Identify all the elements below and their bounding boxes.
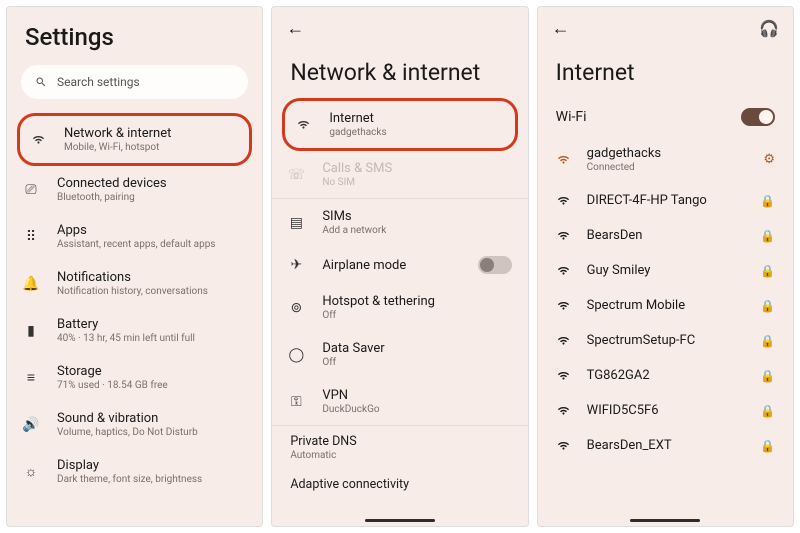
headset-icon[interactable]: 🎧 [759,19,779,38]
page-title: Network & internet [272,49,527,98]
wifi-network-item[interactable]: Guy Smiley 🔒 [538,253,793,288]
network-item-calls-sms: ☏ Calls & SMSNo SIM [272,151,527,198]
wifi-icon [556,298,573,313]
lock-icon: 🔒 [760,439,775,453]
network-item-datasaver[interactable]: ◯ Data SaverOff [272,331,527,378]
wifi-icon [293,117,313,132]
settings-item-sound[interactable]: 🔊 Sound & vibrationVolume, haptics, Do N… [7,401,262,448]
wifi-network-item[interactable]: WIFID5C5F6 🔒 [538,393,793,428]
lock-icon: 🔒 [760,369,775,383]
wifi-network-item[interactable]: BearsDen_EXT 🔒 [538,428,793,463]
lock-icon: 🔒 [760,404,775,418]
settings-item-notifications[interactable]: 🔔 NotificationsNotification history, con… [7,260,262,307]
page-title: Settings [7,7,262,65]
settings-item-display[interactable]: ☼ DisplayDark theme, font size, brightne… [7,448,262,495]
wifi-network-connected[interactable]: gadgethacks Connected ⚙ [538,136,793,183]
lock-icon: 🔒 [760,334,775,348]
search-settings-input[interactable]: Search settings [21,65,248,99]
wifi-network-item[interactable]: Spectrum Mobile 🔒 [538,288,793,323]
search-icon [35,76,47,88]
datasaver-icon: ◯ [286,347,306,363]
wifi-icon [556,263,573,278]
network-item-sims[interactable]: ▤ SIMsAdd a network [272,199,527,246]
wifi-network-item[interactable]: SpectrumSetup-FC 🔒 [538,323,793,358]
network-item-airplane[interactable]: ✈ Airplane mode [272,246,527,284]
hotspot-icon: ⊚ [286,300,306,316]
network-item-hotspot[interactable]: ⊚ Hotspot & tetheringOff [272,284,527,331]
settings-item-apps[interactable]: ⠿ AppsAssistant, recent apps, default ap… [7,213,262,260]
back-button[interactable]: ← [552,18,570,39]
wifi-icon [556,193,573,208]
settings-list: Network & internetMobile, Wi-Fi, hotspot… [7,113,262,526]
sim-icon: ▤ [286,215,306,231]
network-item-internet[interactable]: Internetgadgethacks [282,98,517,151]
battery-icon: ▮ [21,323,41,339]
wifi-icon [28,132,48,147]
wifi-toggle-row: Wi-Fi [538,98,793,136]
settings-screen: Settings Search settings Network & inter… [6,6,263,527]
network-list: Internetgadgethacks ☏ Calls & SMSNo SIM … [272,98,527,526]
lock-icon: 🔒 [760,194,775,208]
bell-icon: 🔔 [21,276,41,292]
back-button[interactable]: ← [286,18,304,39]
wifi-network-item[interactable]: TG862GA2 🔒 [538,358,793,393]
network-item-vpn[interactable]: ⚿ VPNDuckDuckGo [272,378,527,425]
wifi-icon [556,403,573,418]
volume-icon: 🔊 [21,417,41,433]
network-item-adaptive[interactable]: Adaptive connectivity [272,463,527,494]
lock-icon: 🔒 [760,229,775,243]
wifi-icon [556,438,573,453]
apps-icon: ⠿ [21,229,41,245]
lock-icon: 🔒 [760,299,775,313]
devices-icon: ⎚ [21,182,41,198]
wifi-icon [556,228,573,243]
airplane-mode-toggle[interactable] [478,256,512,274]
phone-sms-icon: ☏ [286,167,306,183]
network-internet-screen: ← Network & internet Internetgadgethacks… [271,6,528,527]
internet-screen: ← 🎧 Internet Wi-Fi gadgethacks Connected… [537,6,794,527]
nav-handle[interactable] [365,519,435,522]
wifi-network-list: gadgethacks Connected ⚙ DIRECT-4F-HP Tan… [538,136,793,526]
settings-item-battery[interactable]: ▮ Battery40% · 13 hr, 45 min left until … [7,307,262,354]
wifi-toggle[interactable] [741,108,775,126]
network-item-private-dns[interactable]: Private DNS Automatic [272,426,527,463]
lock-icon: 🔒 [760,264,775,278]
settings-item-network[interactable]: Network & internetMobile, Wi-Fi, hotspot [17,113,252,166]
airplane-icon: ✈ [286,257,306,273]
wifi-network-item[interactable]: DIRECT-4F-HP Tango 🔒 [538,183,793,218]
storage-icon: ≡ [21,369,41,386]
wifi-network-item[interactable]: BearsDen 🔒 [538,218,793,253]
wifi-icon [556,333,573,348]
settings-item-storage[interactable]: ≡ Storage71% used · 18.54 GB free [7,354,262,401]
settings-item-connected-devices[interactable]: ⎚ Connected devicesBluetooth, pairing [7,166,262,213]
gear-icon[interactable]: ⚙ [763,152,775,167]
search-placeholder: Search settings [57,75,140,89]
page-title: Internet [538,49,793,98]
nav-handle[interactable] [630,519,700,522]
brightness-icon: ☼ [21,463,41,480]
wifi-icon [556,152,573,167]
wifi-icon [556,368,573,383]
vpn-key-icon: ⚿ [286,394,306,410]
